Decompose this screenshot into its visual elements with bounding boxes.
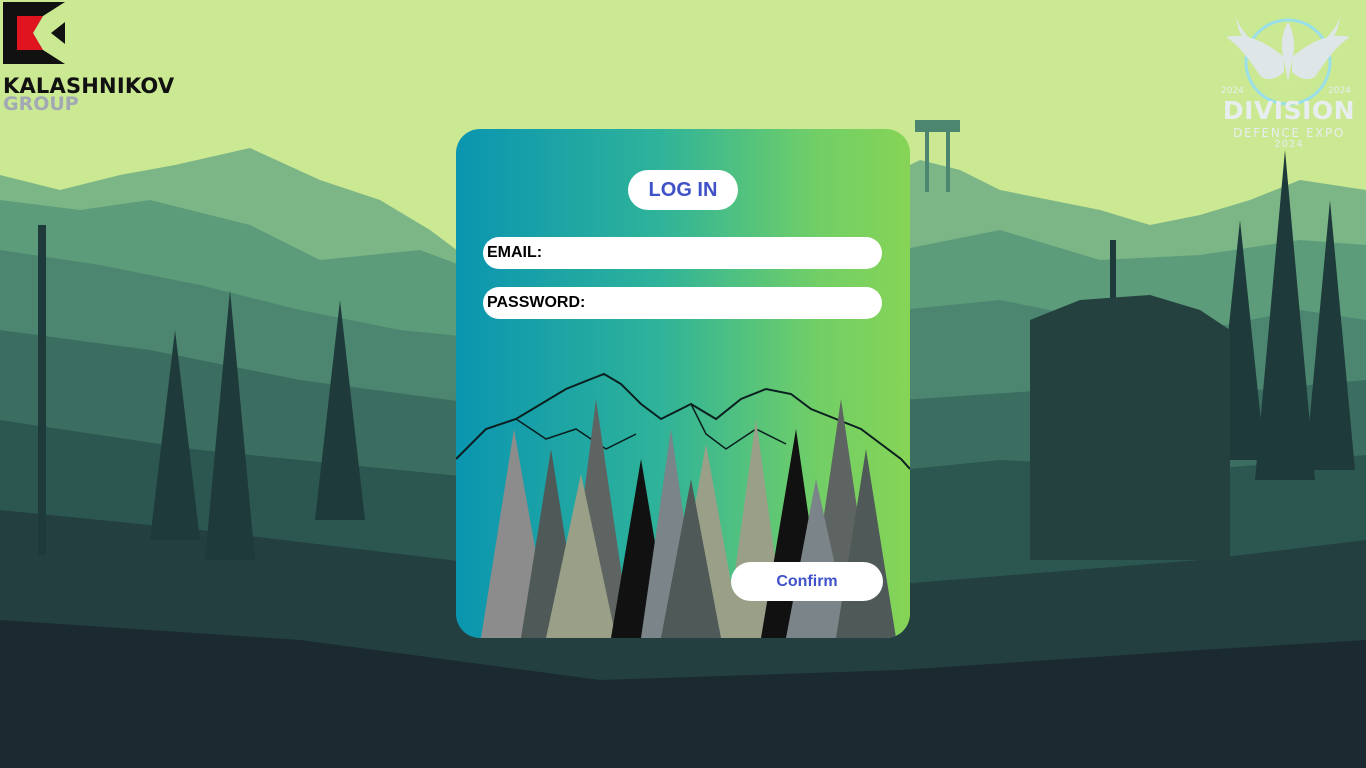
login-card: LOG IN EMAIL: PASSWORD: Confirm — [456, 129, 910, 638]
expo-subtitle: DEFENCE EXPO — [1233, 126, 1345, 140]
login-title: LOG IN — [628, 170, 738, 210]
expo-year-left: 2024 — [1221, 86, 1244, 96]
expo-title: DIVISION — [1222, 96, 1356, 125]
email-input[interactable] — [547, 237, 870, 271]
confirm-button[interactable]: Confirm — [731, 562, 883, 601]
brand-subtitle: GROUP — [3, 93, 79, 115]
password-label: PASSWORD: — [487, 294, 586, 311]
expo-year: 2024 — [1274, 139, 1304, 150]
expo-year-right: 2024 — [1328, 86, 1351, 96]
password-field[interactable]: PASSWORD: — [483, 287, 882, 321]
password-input[interactable] — [587, 287, 870, 321]
kalashnikov-logo: KALASHNIKOV GROUP — [0, 0, 180, 115]
kalashnikov-mark-icon — [3, 2, 65, 64]
email-field[interactable]: EMAIL: — [483, 237, 882, 271]
email-label: EMAIL: — [487, 244, 543, 261]
